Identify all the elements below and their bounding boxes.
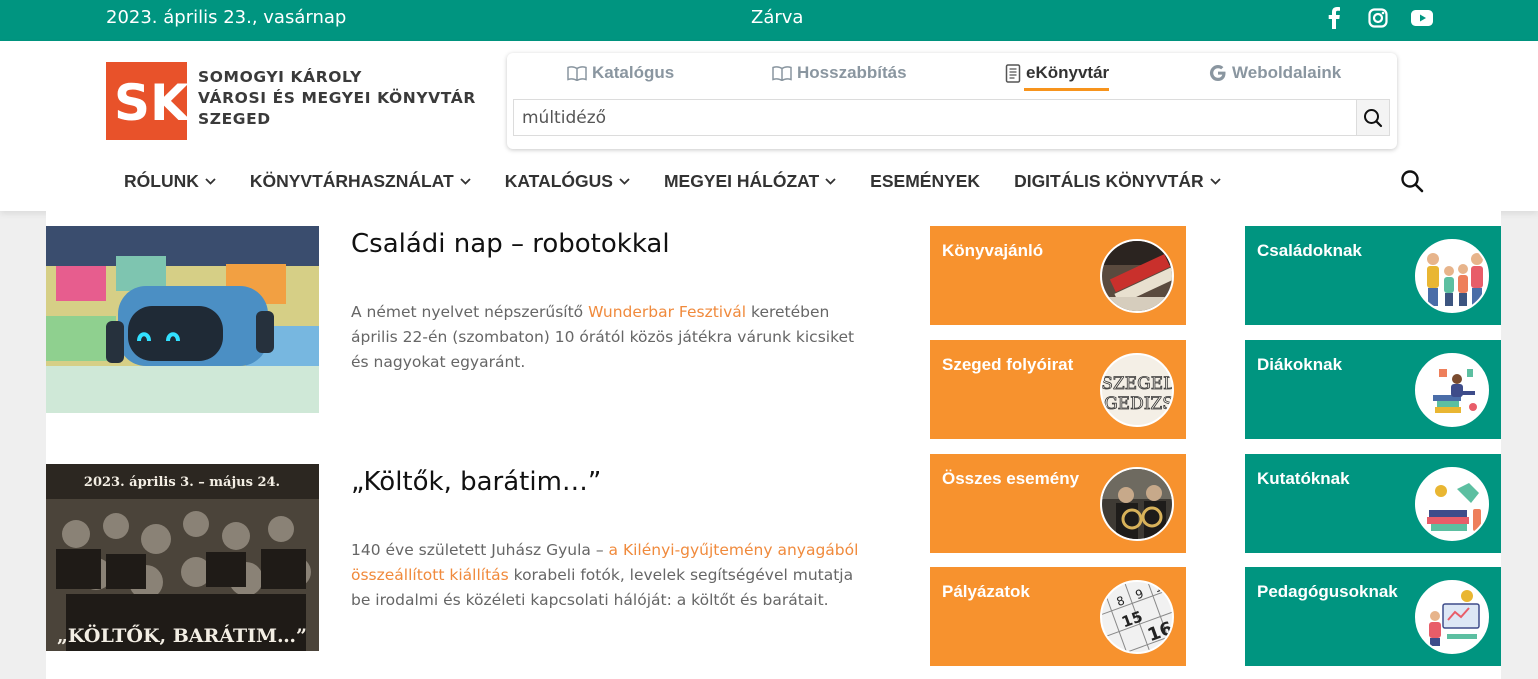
search-tab-label: Weboldalaink: [1232, 63, 1342, 82]
search-tab-weboldalaink[interactable]: Weboldalaink: [1209, 63, 1341, 83]
book-icon: [567, 66, 587, 81]
top-bar: 2023. április 23., vasárnap Zárva: [0, 0, 1538, 41]
tile-label: Összes esemény: [942, 469, 1080, 488]
post-link-wunderbar[interactable]: Wunderbar Fesztivál: [588, 303, 746, 321]
nav-item-label: DIGITÁLIS KÖNYVTÁR: [1014, 171, 1204, 191]
student-illustration: [1415, 353, 1489, 427]
main-navigation: RÓLUNK KÖNYVTÁRHASZNÁLAT KATALÓGUS MEGYE…: [124, 171, 1255, 192]
post-text-before: A német nyelvet népszerűsítő: [351, 303, 589, 321]
image-caption-dates: 2023. április 3. – május 24.: [84, 475, 280, 490]
post-excerpt: 140 éve született Juhász Gyula – a Kilén…: [351, 538, 871, 613]
search-tab-label: Katalógus: [592, 63, 675, 82]
search-tab-hosszabbitas[interactable]: Hosszabbítás: [772, 63, 907, 83]
image-caption-title: „KÖLTŐK, BARÁTIM…”: [57, 624, 307, 647]
logo-letters: SK: [114, 74, 187, 132]
tile-label: Pedagógusoknak: [1257, 582, 1398, 601]
current-date: 2023. április 23., vasárnap: [106, 7, 347, 28]
szeged-logo-text-bottom: GEDIZS: [1104, 394, 1174, 414]
nav-item-esemenyek[interactable]: ESEMÉNYEK: [870, 171, 980, 192]
post-image-koltok[interactable]: 2023. április 3. – május 24. „KÖLTŐK, BA…: [46, 464, 319, 651]
nav-item-rolunk[interactable]: RÓLUNK: [124, 171, 216, 192]
nav-item-label: KATALÓGUS: [504, 171, 613, 191]
chevron-down-icon: [205, 178, 216, 185]
tile-konyvajanlo[interactable]: Könyvajánló: [930, 226, 1186, 325]
szeged-logo-text-top: SZEGED: [1102, 374, 1174, 394]
tile-label: Szeged folyóirat: [942, 355, 1074, 374]
youtube-icon[interactable]: [1410, 6, 1434, 30]
tile-palyazatok[interactable]: Pályázatok 8 9 10 15 16: [930, 567, 1186, 666]
ebook-icon: [1005, 63, 1021, 83]
post-title[interactable]: „Költők, barátim…”: [351, 467, 601, 497]
chevron-down-icon: [460, 178, 471, 185]
post-title[interactable]: Családi nap – robotokkal: [351, 229, 670, 259]
szeged-magazine-logo: SZEGED GEDIZS: [1100, 353, 1174, 427]
search-input[interactable]: [513, 99, 1357, 136]
tile-diakoknak[interactable]: Diákoknak: [1245, 340, 1501, 439]
tile-kutatoknak[interactable]: Kutatóknak: [1245, 454, 1501, 553]
teacher-illustration: [1415, 580, 1489, 654]
logo-text[interactable]: SOMOGYI KÁROLY VÁROSI ÉS MEGYEI KÖNYVTÁR…: [198, 67, 476, 130]
tile-szeged-folyoirat[interactable]: Szeged folyóirat SZEGED GEDIZS: [930, 340, 1186, 439]
tile-label: Kutatóknak: [1257, 469, 1350, 488]
tile-label: Pályázatok: [942, 582, 1030, 601]
search-tab-label: Hosszabbítás: [797, 63, 907, 82]
nav-item-digitalis-konyvtar[interactable]: DIGITÁLIS KÖNYVTÁR: [1014, 171, 1221, 192]
search-icon: [1364, 108, 1383, 127]
facebook-icon[interactable]: [1322, 6, 1346, 30]
nav-item-katalogus[interactable]: KATALÓGUS: [505, 171, 630, 192]
main-content: Családi nap – robotokkal A német nyelvet…: [46, 211, 1501, 679]
calendar-image: 8 9 10 15 16: [1100, 580, 1174, 654]
nav-item-label: MEGYEI HÁLÓZAT: [663, 171, 820, 191]
search-tab-katalogus[interactable]: Katalógus: [567, 63, 674, 83]
nav-item-label: RÓLUNK: [124, 171, 199, 191]
chevron-down-icon: [619, 178, 630, 185]
nav-item-konyvtarhasznalat[interactable]: KÖNYVTÁRHASZNÁLAT: [250, 171, 471, 192]
chevron-down-icon: [825, 178, 836, 185]
post-text-before: 140 éve született Juhász Gyula –: [351, 541, 609, 559]
instagram-icon[interactable]: [1366, 6, 1390, 30]
logo-line-1: SOMOGYI KÁROLY: [198, 68, 362, 86]
books-image: [1100, 239, 1174, 313]
search-panel: Katalógus Hosszabbítás eKönyvtár Webolda…: [507, 53, 1397, 149]
research-illustration: [1415, 467, 1489, 541]
opening-status: Zárva: [751, 7, 804, 28]
search-button[interactable]: [1356, 99, 1390, 136]
logo-line-2: VÁROSI ÉS MEGYEI KÖNYVTÁR: [198, 89, 476, 107]
family-illustration: [1415, 239, 1489, 313]
tile-pedagogusoknak[interactable]: Pedagógusoknak: [1245, 567, 1501, 666]
search-tab-label: eKönyvtár: [1026, 63, 1110, 82]
chevron-down-icon: [1210, 178, 1221, 185]
nav-search-icon[interactable]: [1400, 169, 1424, 193]
tile-osszes-esemeny[interactable]: Összes esemény: [930, 454, 1186, 553]
nav-item-megyei-halozat[interactable]: MEGYEI HÁLÓZAT: [664, 171, 836, 192]
logo-line-3: SZEGED: [198, 110, 271, 128]
post-image-robot[interactable]: [46, 226, 319, 413]
tile-label: Könyvajánló: [942, 241, 1044, 260]
event-photo: [1100, 467, 1174, 541]
tile-label: Diákoknak: [1257, 355, 1343, 374]
logo-mark[interactable]: SK: [106, 62, 191, 140]
book-icon: [772, 66, 792, 81]
search-tab-ekonyvtar[interactable]: eKönyvtár: [1005, 63, 1110, 91]
tile-csaladoknak[interactable]: Családoknak: [1245, 226, 1501, 325]
google-icon: [1209, 64, 1226, 82]
tile-label: Családoknak: [1257, 241, 1362, 260]
nav-item-label: KÖNYVTÁRHASZNÁLAT: [249, 171, 454, 191]
site-header: SK SOMOGYI KÁROLY VÁROSI ÉS MEGYEI KÖNYV…: [0, 41, 1538, 211]
nav-item-label: ESEMÉNYEK: [870, 171, 981, 191]
post-excerpt: A német nyelvet népszerűsítő Wunderbar F…: [351, 300, 871, 375]
